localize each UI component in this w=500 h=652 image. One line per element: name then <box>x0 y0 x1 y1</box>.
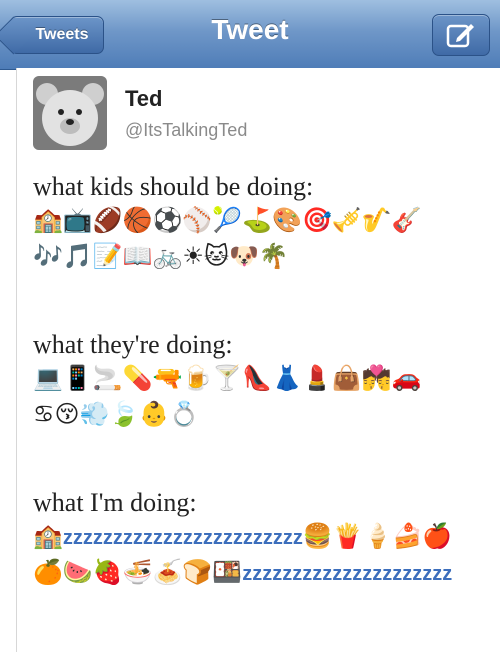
emoji-segment: 🍊🍉🍓🍜🍝🍞🍱 <box>33 558 243 586</box>
back-button[interactable]: Tweets <box>10 16 104 54</box>
page-title: Tweet <box>211 14 289 45</box>
section-heading-kids: what kids should be doing: <box>33 172 314 201</box>
compose-button[interactable] <box>432 14 490 56</box>
emoji-row: 🍊🍉🍓🍜🍝🍞🍱zzzzzzzzzzzzzzzzzzzzz <box>33 554 493 590</box>
emoji-segment: 🏫 <box>33 522 63 550</box>
emoji-row: 🏫zzzzzzzzzzzzzzzzzzzzzzzz🍔🍟🍦🍰🍎 <box>33 518 493 554</box>
navigation-bar: Tweets Tweet <box>0 0 500 70</box>
emoji-segment: 🍔🍟🍦🍰🍎 <box>302 522 453 550</box>
emoji-row: 🏫📺🏈🏀⚽⚾🎾⛳🎨🎯🎺🎷🎸 <box>33 206 422 234</box>
author-name[interactable]: Ted <box>125 86 162 112</box>
tweet-body: what kids should be doing: 🏫📺🏈🏀⚽⚾🎾⛳🎨🎯🎺🎷🎸… <box>33 172 493 590</box>
avatar[interactable] <box>33 76 107 150</box>
back-button-label: Tweets <box>35 26 89 43</box>
tweet-card: Ted @ItsTalkingTed what kids should be d… <box>16 68 500 652</box>
section-heading-they: what they're doing: <box>33 330 233 359</box>
section-heading-me: what I'm doing: <box>33 488 197 517</box>
emoji-row: ♋😚💨🍃👶💍 <box>33 400 200 428</box>
sleep-zzz: zzzzzzzzzzzzzzzzzzzzzzzz <box>62 527 303 549</box>
bear-avatar-icon <box>33 76 107 150</box>
emoji-row: 🎶🎵📝📖🚲☀🐱🐶🌴 <box>33 242 289 270</box>
compose-icon <box>446 24 474 48</box>
emoji-row: 💻📱🚬💊🔫🍺🍸👠👗💄👜💏🚗 <box>33 364 422 392</box>
sleep-zzz: zzzzzzzzzzzzzzzzzzzzz <box>242 563 453 585</box>
author-handle[interactable]: @ItsTalkingTed <box>125 120 247 141</box>
